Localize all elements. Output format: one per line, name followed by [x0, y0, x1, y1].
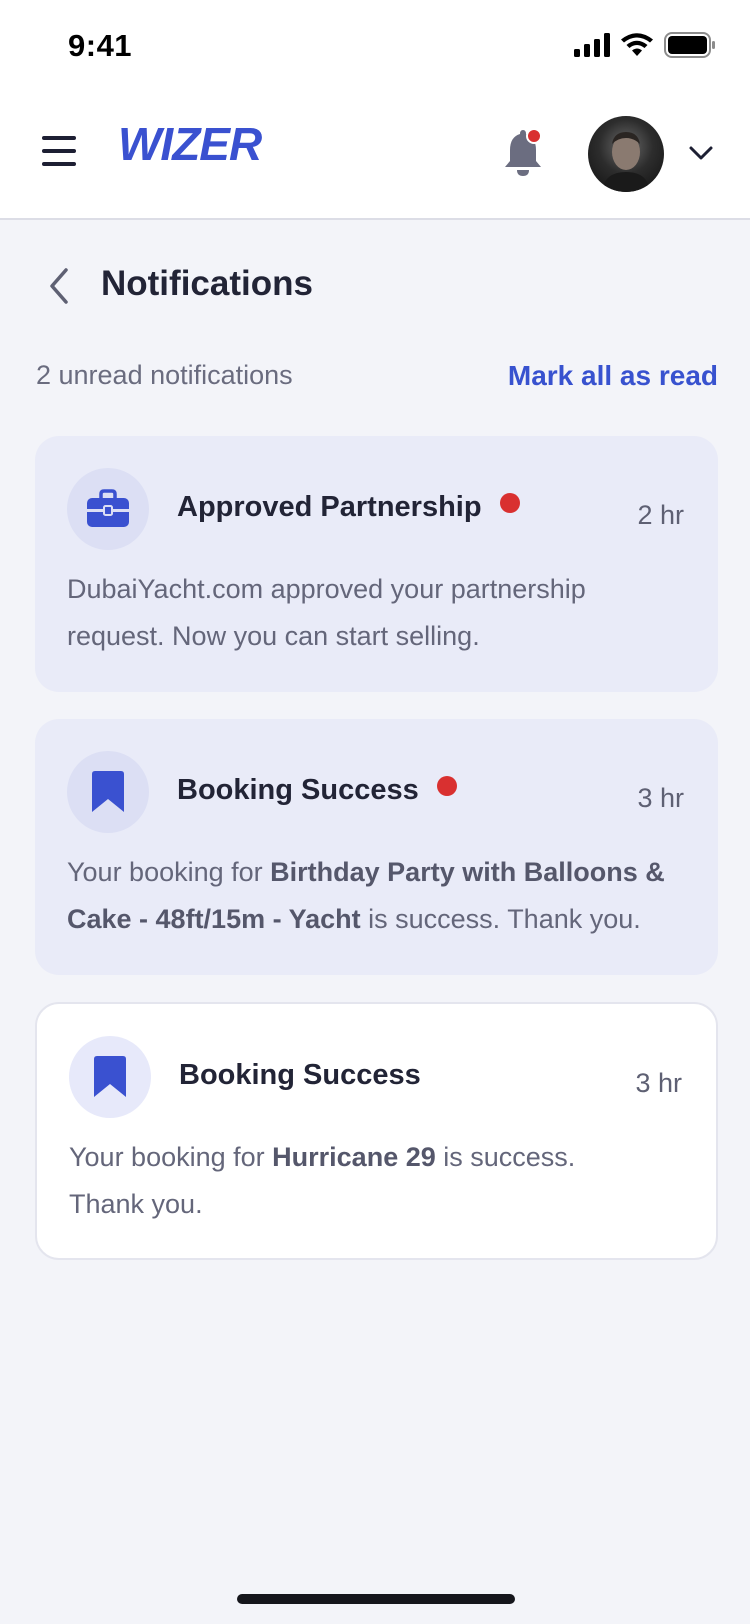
status-time: 9:41: [68, 28, 133, 63]
card-icon-circle: [69, 1036, 151, 1118]
page-title: Notifications: [101, 264, 313, 303]
back-chevron-icon[interactable]: [44, 266, 74, 306]
bookmark-icon: [94, 1056, 126, 1097]
home-indicator: [237, 1594, 515, 1604]
battery-icon: [664, 32, 715, 58]
card-time: 2 hr: [637, 500, 684, 530]
card-time: 3 hr: [637, 783, 684, 813]
logo-text: WIZER: [118, 118, 262, 170]
status-bar: 9:41: [0, 0, 750, 92]
card-title: Booking Success: [177, 774, 457, 807]
card-message: DubaiYacht.com approved your partnership…: [67, 574, 586, 651]
notification-card[interactable]: Approved Partnership 2 hr DubaiYacht.com…: [35, 436, 718, 692]
app-header: WIZER: [0, 92, 750, 220]
message-prefix: Your booking for: [69, 1142, 273, 1172]
briefcase-icon: [87, 489, 129, 527]
message-suffix: is success. Thank you.: [360, 904, 641, 934]
card-message: Your booking for Hurricane 29 is success…: [69, 1134, 609, 1228]
notification-card[interactable]: Booking Success 3 hr Your booking for Bi…: [35, 719, 718, 975]
card-title: Approved Partnership: [177, 491, 520, 524]
card-time: 3 hr: [635, 1068, 682, 1098]
card-message: Your booking for Birthday Party with Bal…: [67, 849, 687, 943]
unread-count: 2 unread notifications: [36, 360, 293, 390]
card-icon-circle: [67, 468, 149, 550]
unread-dot: [436, 776, 457, 796]
card-title: Booking Success: [179, 1059, 421, 1092]
card-title-text: Booking Success: [179, 1059, 421, 1091]
avatar[interactable]: [588, 116, 664, 192]
bell-icon: [505, 128, 542, 176]
wifi-icon: [621, 33, 653, 56]
mark-all-read-link[interactable]: Mark all as read: [508, 360, 718, 392]
message-booking-name: Hurricane 29: [272, 1142, 436, 1172]
unread-dot: [499, 493, 520, 513]
bookmark-icon: [92, 771, 124, 812]
card-icon-circle: [67, 751, 149, 833]
card-title-text: Approved Partnership: [177, 491, 482, 523]
card-title-text: Booking Success: [177, 774, 419, 806]
notification-bell[interactable]: [500, 128, 546, 180]
title-row: Notifications: [0, 246, 750, 326]
wizer-logo: WIZER: [118, 118, 263, 170]
avatar-photo: [602, 132, 650, 192]
message-prefix: Your booking for: [67, 857, 271, 887]
chevron-down-icon[interactable]: [688, 144, 714, 162]
status-icons: [574, 32, 716, 58]
signal-icon: [574, 33, 610, 57]
menu-icon[interactable]: [42, 136, 76, 166]
notification-card[interactable]: Booking Success 3 hr Your booking for Hu…: [35, 1002, 718, 1260]
